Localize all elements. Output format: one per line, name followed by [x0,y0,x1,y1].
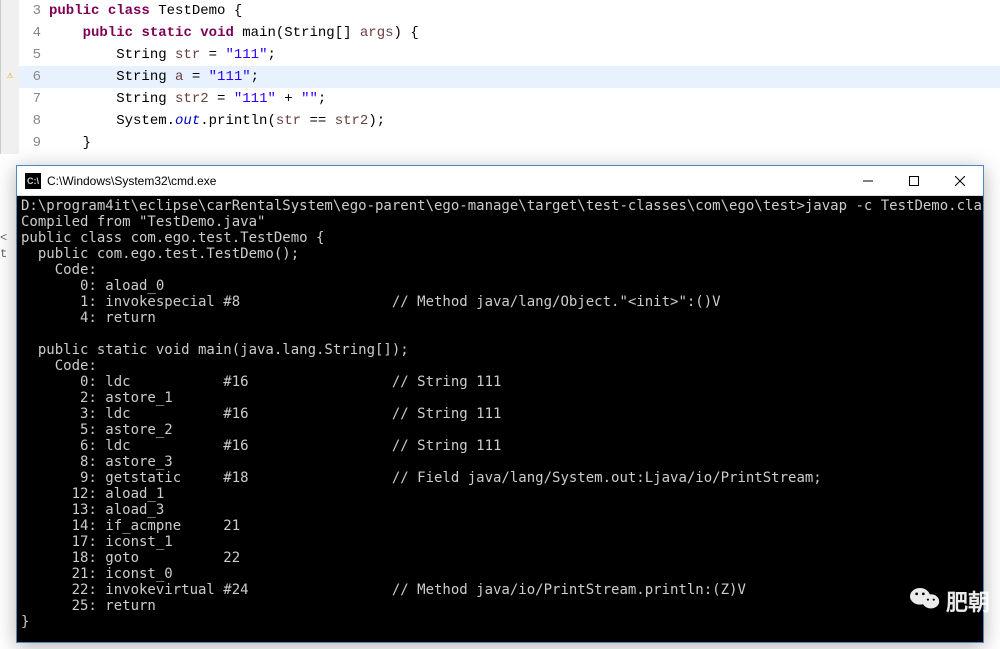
code-text: } [49,132,91,154]
code-line[interactable]: 6 String a = "111"; [1,66,1000,88]
maximize-button[interactable] [891,166,937,196]
stub-char: t [0,246,7,262]
line-number: 6 [19,66,49,88]
code-text: String str2 = "111" + ""; [49,88,326,110]
cmd-window: C:\ C:\Windows\System32\cmd.exe D:\progr… [16,165,984,643]
line-number: 7 [19,88,49,110]
gutter [1,44,19,66]
code-text: String str = "111"; [49,44,276,66]
cmd-titlebar[interactable]: C:\ C:\Windows\System32\cmd.exe [17,166,983,196]
code-line[interactable]: 7 String str2 = "111" + ""; [1,88,1000,110]
cmd-title: C:\Windows\System32\cmd.exe [47,174,845,188]
cmd-icon: C:\ [25,173,41,189]
code-line[interactable]: 4 public static void main(String[] args)… [1,22,1000,44]
line-number: 9 [19,132,49,154]
gutter [1,88,19,110]
code-line[interactable]: 5 String str = "111"; [1,44,1000,66]
window-controls [845,166,983,196]
minimize-button[interactable] [845,166,891,196]
code-line[interactable]: 3public class TestDemo { [1,0,1000,22]
code-text: public class TestDemo { [49,0,242,22]
warning-icon [1,66,19,88]
line-number: 5 [19,44,49,66]
watermark: 肥朝 [910,583,990,619]
line-number: 3 [19,0,49,22]
close-button[interactable] [937,166,983,196]
code-text: String a = "111"; [49,66,259,88]
watermark-text: 肥朝 [946,585,990,617]
line-number: 8 [19,110,49,132]
code-editor[interactable]: 3public class TestDemo {4 public static … [0,0,1000,154]
hidden-panel-stub: < t [0,230,7,262]
wechat-icon [910,583,940,619]
code-text: System.out.println(str == str2); [49,110,385,132]
code-text: public static void main(String[] args) { [49,22,419,44]
gutter [1,22,19,44]
code-line[interactable]: 8 System.out.println(str == str2); [1,110,1000,132]
stub-char: < [0,230,7,246]
gutter [1,132,19,154]
gutter [1,0,19,22]
line-number: 4 [19,22,49,44]
code-line[interactable]: 9 } [1,132,1000,154]
gutter [1,110,19,132]
cmd-output[interactable]: D:\program4it\eclipse\carRentalSystem\eg… [17,196,983,642]
